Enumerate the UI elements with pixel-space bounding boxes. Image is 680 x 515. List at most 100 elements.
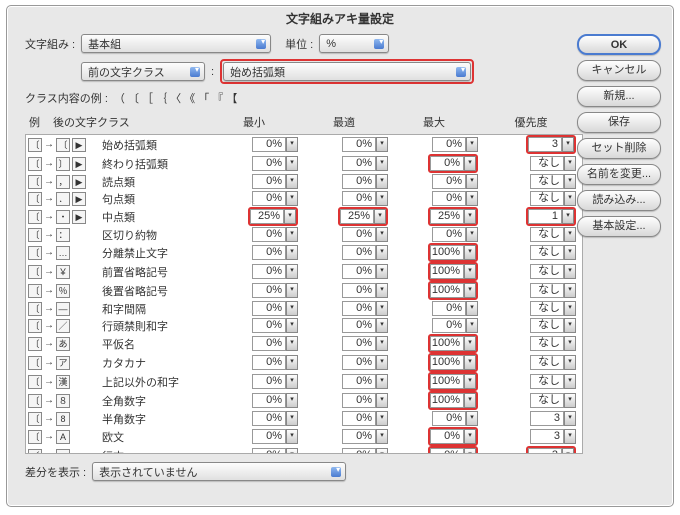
unit-select[interactable]: % (319, 34, 389, 53)
value-spinner[interactable]: なし▾ (530, 393, 576, 408)
mojikumi-set-select[interactable]: 基本組 (81, 34, 271, 53)
class-name: 読点類 (98, 173, 210, 190)
new-button[interactable]: 新規... (577, 86, 661, 107)
table-row: 〔→あ平仮名0%▾0%▾100%▾なし▾ (26, 334, 582, 353)
value-spinner[interactable]: 100%▾ (428, 353, 478, 372)
value-spinner[interactable]: 0%▾ (432, 318, 478, 333)
value-spinner[interactable]: 0%▾ (252, 355, 298, 370)
value-spinner[interactable]: 0%▾ (428, 446, 478, 454)
value-spinner[interactable]: 0%▾ (252, 429, 298, 444)
arrow-icon: → (44, 247, 54, 258)
value-spinner[interactable]: 0%▾ (342, 264, 388, 279)
value-spinner[interactable]: 100%▾ (428, 334, 478, 353)
diff-select[interactable]: 表示されていません (92, 462, 346, 481)
value-spinner[interactable]: 25%▾ (428, 207, 478, 226)
value-spinner[interactable]: 0%▾ (252, 448, 298, 454)
class-table: 〔→〔▶始め括弧類0%▾0%▾0%▾3▾〔→〕▶終わり括弧類0%▾0%▾0%▾な… (26, 135, 582, 454)
value-spinner[interactable]: 0%▾ (432, 301, 478, 316)
value-spinner[interactable]: 3▾ (530, 429, 576, 444)
value-spinner[interactable]: 0%▾ (342, 411, 388, 426)
value-spinner[interactable]: なし▾ (530, 245, 576, 260)
value-spinner[interactable]: 0%▾ (252, 318, 298, 333)
value-spinner[interactable]: 0%▾ (342, 393, 388, 408)
basic-button[interactable]: 基本設定... (577, 216, 661, 237)
value-spinner[interactable]: 0%▾ (342, 174, 388, 189)
value-spinner[interactable]: 0%▾ (252, 137, 298, 152)
value-spinner[interactable]: なし▾ (530, 227, 576, 242)
value-spinner[interactable]: 25%▾ (248, 207, 298, 226)
ok-button[interactable]: OK (577, 34, 661, 55)
value-spinner[interactable]: 0%▾ (432, 174, 478, 189)
value-spinner[interactable]: 0%▾ (432, 411, 478, 426)
value-spinner[interactable]: 3▾ (526, 446, 576, 454)
class-name: 分離禁止文字 (98, 243, 210, 262)
value-spinner[interactable]: なし▾ (530, 264, 576, 279)
value-spinner[interactable]: 25%▾ (338, 207, 388, 226)
value-spinner[interactable]: 0%▾ (342, 156, 388, 171)
value-spinner[interactable]: 0%▾ (342, 429, 388, 444)
dialog-title: 文字組みアキ量設定 (7, 10, 673, 27)
value-spinner[interactable]: 0%▾ (252, 227, 298, 242)
value-spinner[interactable]: 0%▾ (428, 427, 478, 446)
value-spinner[interactable]: 0%▾ (252, 174, 298, 189)
value-spinner[interactable]: なし▾ (530, 191, 576, 206)
rename-button[interactable]: 名前を変更... (577, 164, 661, 185)
prev-class-select[interactable]: 前の文字クラス (81, 62, 205, 81)
value-spinner[interactable]: 0%▾ (342, 301, 388, 316)
value-spinner[interactable]: 1▾ (526, 207, 576, 226)
col-max: 最大 (389, 112, 479, 132)
value-spinner[interactable]: 0%▾ (432, 191, 478, 206)
delete-set-button[interactable]: セット削除 (577, 138, 661, 159)
value-spinner[interactable]: 0%▾ (252, 191, 298, 206)
value-spinner[interactable]: 0%▾ (342, 227, 388, 242)
value-spinner[interactable]: なし▾ (530, 355, 576, 370)
value-spinner[interactable]: 0%▾ (252, 156, 298, 171)
class-name: 欧文 (98, 427, 210, 446)
value-spinner[interactable]: なし▾ (530, 374, 576, 389)
value-spinner[interactable]: 0%▾ (252, 393, 298, 408)
value-spinner[interactable]: 0%▾ (252, 264, 298, 279)
value-spinner[interactable]: 100%▾ (428, 281, 478, 300)
cancel-button[interactable]: キャンセル (577, 60, 661, 81)
value-spinner[interactable]: 0%▾ (342, 355, 388, 370)
value-spinner[interactable]: 0%▾ (342, 245, 388, 260)
class-name: カタカナ (98, 353, 210, 372)
value-spinner[interactable]: なし▾ (530, 318, 576, 333)
value-spinner[interactable]: 100%▾ (428, 391, 478, 410)
table-scroll[interactable]: 〔→〔▶始め括弧類0%▾0%▾0%▾3▾〔→〕▶終わり括弧類0%▾0%▾0%▾な… (25, 134, 583, 454)
value-spinner[interactable]: 0%▾ (252, 374, 298, 389)
value-spinner[interactable]: なし▾ (530, 283, 576, 298)
value-spinner[interactable]: 100%▾ (428, 262, 478, 281)
class-name: 終わり括弧類 (98, 154, 210, 173)
value-spinner[interactable]: 0%▾ (342, 318, 388, 333)
value-spinner[interactable]: 100%▾ (428, 372, 478, 391)
table-row: 〔→：区切り約物0%▾0%▾0%▾なし▾ (26, 226, 582, 243)
value-spinner[interactable]: 0%▾ (428, 154, 478, 173)
value-spinner[interactable]: 3▾ (526, 135, 576, 154)
value-spinner[interactable]: 0%▾ (342, 137, 388, 152)
class-name: 区切り約物 (98, 226, 210, 243)
value-spinner[interactable]: なし▾ (530, 336, 576, 351)
table-row: 〔→￥前置省略記号0%▾0%▾100%▾なし▾ (26, 262, 582, 281)
save-button[interactable]: 保存 (577, 112, 661, 133)
value-spinner[interactable]: 0%▾ (342, 448, 388, 454)
value-spinner[interactable]: 0%▾ (342, 336, 388, 351)
table-row: 〔→漢上記以外の和字0%▾0%▾100%▾なし▾ (26, 372, 582, 391)
value-spinner[interactable]: 0%▾ (342, 191, 388, 206)
value-spinner[interactable]: なし▾ (530, 156, 576, 171)
value-spinner[interactable]: 0%▾ (342, 374, 388, 389)
value-spinner[interactable]: 100%▾ (428, 243, 478, 262)
value-spinner[interactable]: 0%▾ (252, 336, 298, 351)
value-spinner[interactable]: 0%▾ (432, 137, 478, 152)
value-spinner[interactable]: 0%▾ (252, 301, 298, 316)
value-spinner[interactable]: 0%▾ (432, 227, 478, 242)
value-spinner[interactable]: 0%▾ (252, 283, 298, 298)
value-spinner[interactable]: なし▾ (530, 174, 576, 189)
value-spinner[interactable]: 0%▾ (252, 411, 298, 426)
value-spinner[interactable]: なし▾ (530, 301, 576, 316)
value-spinner[interactable]: 0%▾ (342, 283, 388, 298)
class-dropdown[interactable]: 始め括弧類 (223, 62, 471, 81)
value-spinner[interactable]: 3▾ (530, 411, 576, 426)
load-button[interactable]: 読み込み... (577, 190, 661, 211)
value-spinner[interactable]: 0%▾ (252, 245, 298, 260)
